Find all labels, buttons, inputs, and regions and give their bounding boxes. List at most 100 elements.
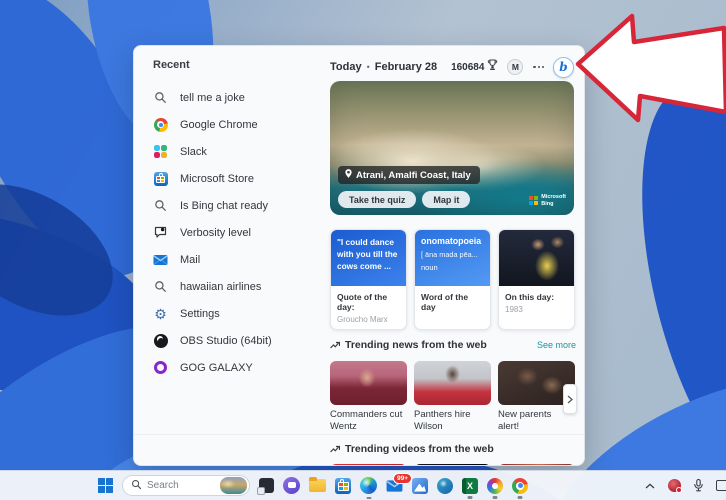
- mail-app-button[interactable]: 99+: [386, 479, 403, 493]
- tray-microphone-button[interactable]: [694, 479, 703, 492]
- task-view-icon: [259, 478, 274, 493]
- recent-item-slack[interactable]: Slack: [153, 138, 321, 165]
- daily-cards: "I could dance with you till the cows co…: [330, 229, 576, 330]
- recent-item-mail[interactable]: Mail: [153, 246, 321, 273]
- recent-item-label: Settings: [180, 308, 220, 320]
- chrome-button[interactable]: [512, 478, 528, 494]
- chat-app-icon: [283, 477, 300, 494]
- trending-news-title: Trending news from the web: [345, 339, 487, 351]
- tray-chevron-up-button[interactable]: [645, 483, 655, 489]
- more-options-icon[interactable]: [532, 63, 545, 71]
- word-pronunciation: [ äna mada pēa...: [421, 250, 484, 259]
- gear-icon: ⚙: [153, 306, 168, 321]
- folder-icon: [309, 479, 326, 492]
- trending-news-section: Trending news from the web See more Comm…: [330, 336, 576, 434]
- microsoft-bing-logo: Microsoft Bing: [529, 194, 566, 207]
- date-label: February 28: [375, 61, 437, 73]
- chat-app-button[interactable]: [283, 477, 300, 494]
- section-divider: [134, 434, 584, 435]
- search-icon: [131, 477, 142, 495]
- points-value: 160684: [451, 62, 484, 73]
- excel-button[interactable]: X: [462, 478, 478, 494]
- microsoft-store-icon: [153, 171, 168, 186]
- search-input[interactable]: [147, 480, 215, 491]
- user-avatar[interactable]: M: [507, 59, 523, 75]
- photos-app-button[interactable]: [412, 478, 428, 494]
- recent-item-label: Google Chrome: [180, 119, 258, 131]
- quote-author: Groucho Marx: [337, 315, 400, 324]
- news-item[interactable]: Commanders cut Wentz: [330, 361, 407, 434]
- recent-item-settings[interactable]: ⚙ Settings: [153, 300, 321, 327]
- gog-galaxy-icon: [153, 360, 168, 375]
- excel-icon: X: [462, 478, 478, 494]
- recent-item-tell-me-a-joke[interactable]: tell me a joke: [153, 84, 321, 111]
- see-more-link[interactable]: See more: [537, 340, 576, 350]
- quote-card-label: Quote of the day:: [337, 292, 400, 312]
- round-app-button[interactable]: [437, 478, 453, 494]
- recent-item-obs-studio[interactable]: OBS Studio (64bit): [153, 327, 321, 354]
- microsoft-store-icon: [335, 478, 351, 494]
- daily-content-header: Today • February 28 160684 M b: [330, 57, 574, 77]
- quote-text: "I could dance with you till the cows co…: [331, 230, 406, 286]
- recent-item-label: Slack: [180, 146, 207, 158]
- map-it-button[interactable]: Map it: [422, 191, 470, 208]
- news-item[interactable]: Panthers hire Wilson: [414, 361, 491, 434]
- pinwheel-app-button[interactable]: [487, 478, 503, 494]
- video-thumbnail[interactable]: [330, 464, 407, 466]
- video-thumbnail[interactable]: IT WORKS: [414, 464, 491, 466]
- recent-item-microsoft-store[interactable]: Microsoft Store: [153, 165, 321, 192]
- desktop: Recent tell me a joke Google Chrome Slac…: [0, 0, 726, 500]
- trending-icon: [330, 336, 340, 354]
- word-of-the-day-card[interactable]: onomatopoeia [ äna mada pēa... noun Word…: [414, 229, 491, 330]
- search-daily-image-thumbnail[interactable]: [220, 477, 247, 494]
- recent-item-label: GOG GALAXY: [180, 362, 253, 374]
- chevron-up-icon: [645, 483, 655, 489]
- news-carousel-next-button[interactable]: [563, 384, 577, 414]
- recent-item-verbosity-level[interactable]: Verbosity level: [153, 219, 321, 246]
- recent-item-google-chrome[interactable]: Google Chrome: [153, 111, 321, 138]
- quote-of-the-day-card[interactable]: "I could dance with you till the cows co…: [330, 229, 407, 330]
- search-icon: [153, 198, 168, 213]
- location-label: Atrani, Amalfi Coast, Italy: [356, 170, 471, 181]
- recent-item-hawaiian-airlines[interactable]: hawaiian airlines: [153, 273, 321, 300]
- taskbar: 99+ X: [0, 470, 726, 500]
- microsoft-logo-icon: [529, 196, 538, 205]
- pinwheel-app-icon: [487, 478, 503, 494]
- recent-item-gog-galaxy[interactable]: GOG GALAXY: [153, 354, 321, 381]
- daily-image[interactable]: Atrani, Amalfi Coast, Italy Take the qui…: [330, 81, 574, 215]
- mail-icon: [153, 252, 168, 267]
- mail-unread-badge: 99+: [393, 473, 412, 484]
- edge-browser-button[interactable]: [360, 477, 377, 494]
- news-thumbnail: [414, 361, 491, 405]
- take-the-quiz-button[interactable]: Take the quiz: [338, 191, 416, 208]
- rewards-points[interactable]: 160684: [451, 58, 498, 76]
- trending-icon: [330, 440, 340, 458]
- microsoft-store-button[interactable]: [335, 478, 351, 494]
- chevron-right-icon: [567, 395, 573, 404]
- recent-item-label: Mail: [180, 254, 200, 266]
- taskbar-search-box[interactable]: [122, 475, 250, 496]
- trending-videos-section: Trending videos from the web IT WORKS: [330, 440, 576, 466]
- image-location-pill[interactable]: Atrani, Amalfi Coast, Italy: [338, 166, 480, 184]
- recent-item-is-bing-chat-ready[interactable]: Is Bing chat ready: [153, 192, 321, 219]
- edge-icon: [360, 477, 377, 494]
- trophy-icon: [487, 58, 498, 76]
- tray-display-button[interactable]: [716, 480, 726, 491]
- task-view-button[interactable]: [259, 478, 274, 493]
- location-pin-icon: [345, 169, 352, 181]
- recent-item-label: Microsoft Store: [180, 173, 254, 185]
- on-this-day-photo: [499, 230, 574, 286]
- file-explorer-button[interactable]: [309, 479, 326, 492]
- start-button[interactable]: [98, 478, 113, 493]
- video-thumbnail[interactable]: [498, 464, 575, 466]
- word-part-of-speech: noun: [421, 263, 484, 272]
- on-this-day-card[interactable]: On this day: 1983: [498, 229, 575, 330]
- recent-list: tell me a joke Google Chrome Slack Micro…: [153, 84, 321, 381]
- bing-chat-icon[interactable]: b: [553, 57, 574, 78]
- news-thumbnail: [330, 361, 407, 405]
- round-app-icon: [437, 478, 453, 494]
- search-panel: Recent tell me a joke Google Chrome Slac…: [133, 45, 585, 466]
- tray-recording-app-button[interactable]: [668, 479, 681, 492]
- today-label: Today: [330, 61, 362, 73]
- news-caption: Panthers hire Wilson: [414, 409, 491, 434]
